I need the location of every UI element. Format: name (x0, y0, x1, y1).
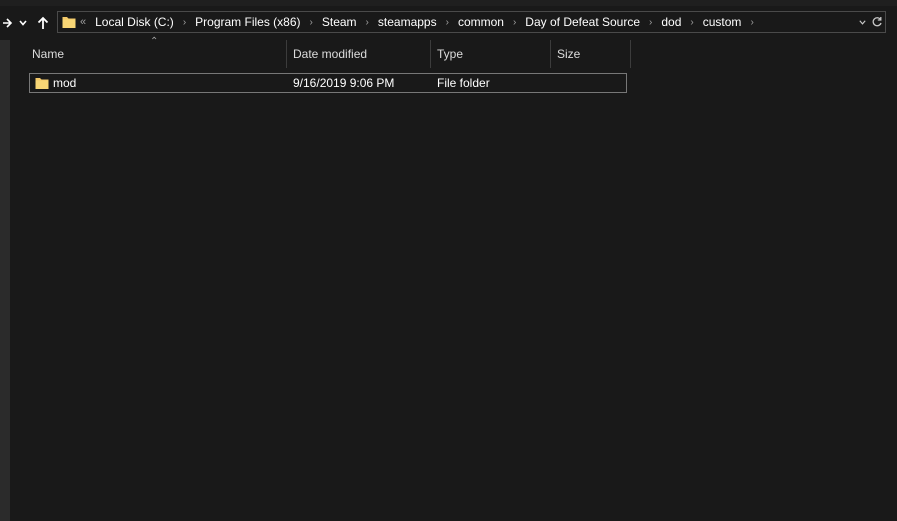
column-label: Type (437, 47, 464, 61)
refresh-icon[interactable] (871, 16, 883, 28)
column-header-name[interactable]: ⌃ Name (26, 36, 287, 68)
file-row[interactable]: mod 9/16/2019 9:06 PM File folder (29, 73, 627, 93)
chevron-down-icon[interactable] (858, 18, 867, 27)
breadcrumb-overflow-button[interactable]: « (80, 16, 86, 28)
folder-icon (35, 78, 49, 89)
column-header-date-modified[interactable]: Date modified (287, 40, 431, 68)
column-label: Name (32, 47, 65, 61)
address-bar-actions (858, 12, 883, 32)
column-label: Date modified (293, 47, 368, 61)
arrow-right-icon (3, 18, 13, 28)
column-header-type[interactable]: Type (431, 40, 551, 68)
file-type: File folder (437, 76, 490, 90)
navigation-pane[interactable] (0, 40, 10, 521)
chevron-right-icon[interactable]: › (649, 17, 652, 28)
chevron-right-icon[interactable]: › (310, 17, 313, 28)
file-list[interactable]: ⌃ Name Date modified Type Size mod 9/16/… (10, 36, 897, 521)
breadcrumb-item[interactable]: Steam (322, 15, 357, 29)
breadcrumb-item[interactable]: dod (661, 15, 681, 29)
folder-icon (62, 17, 76, 28)
breadcrumb-item[interactable]: Local Disk (C:) (95, 15, 174, 29)
navigation-bar: « Local Disk (C:) › Program Files (x86) … (0, 6, 897, 40)
column-header-row: ⌃ Name Date modified Type Size (26, 36, 631, 68)
chevron-right-icon[interactable]: › (750, 17, 753, 28)
chevron-right-icon[interactable]: › (183, 17, 186, 28)
chevron-down-icon (19, 20, 27, 26)
up-button[interactable] (33, 6, 53, 40)
file-date-modified: 9/16/2019 9:06 PM (293, 76, 395, 90)
breadcrumb: « Local Disk (C:) › Program Files (x86) … (80, 12, 763, 32)
address-bar[interactable]: « Local Disk (C:) › Program Files (x86) … (57, 11, 886, 33)
chevron-right-icon[interactable]: › (690, 17, 693, 28)
sort-ascending-icon: ⌃ (150, 36, 159, 47)
breadcrumb-item[interactable]: Day of Defeat Source (525, 15, 640, 29)
chevron-right-icon[interactable]: › (366, 17, 369, 28)
recent-locations-button[interactable] (13, 6, 33, 40)
chevron-right-icon[interactable]: › (446, 17, 449, 28)
arrow-up-icon (37, 16, 49, 29)
breadcrumb-item[interactable]: Program Files (x86) (195, 15, 300, 29)
breadcrumb-item[interactable]: custom (703, 15, 742, 29)
file-name: mod (53, 76, 77, 90)
column-header-size[interactable]: Size (551, 40, 631, 68)
breadcrumb-item[interactable]: steamapps (378, 15, 437, 29)
column-label: Size (557, 47, 581, 61)
breadcrumb-item[interactable]: common (458, 15, 504, 29)
chevron-right-icon[interactable]: › (513, 17, 516, 28)
